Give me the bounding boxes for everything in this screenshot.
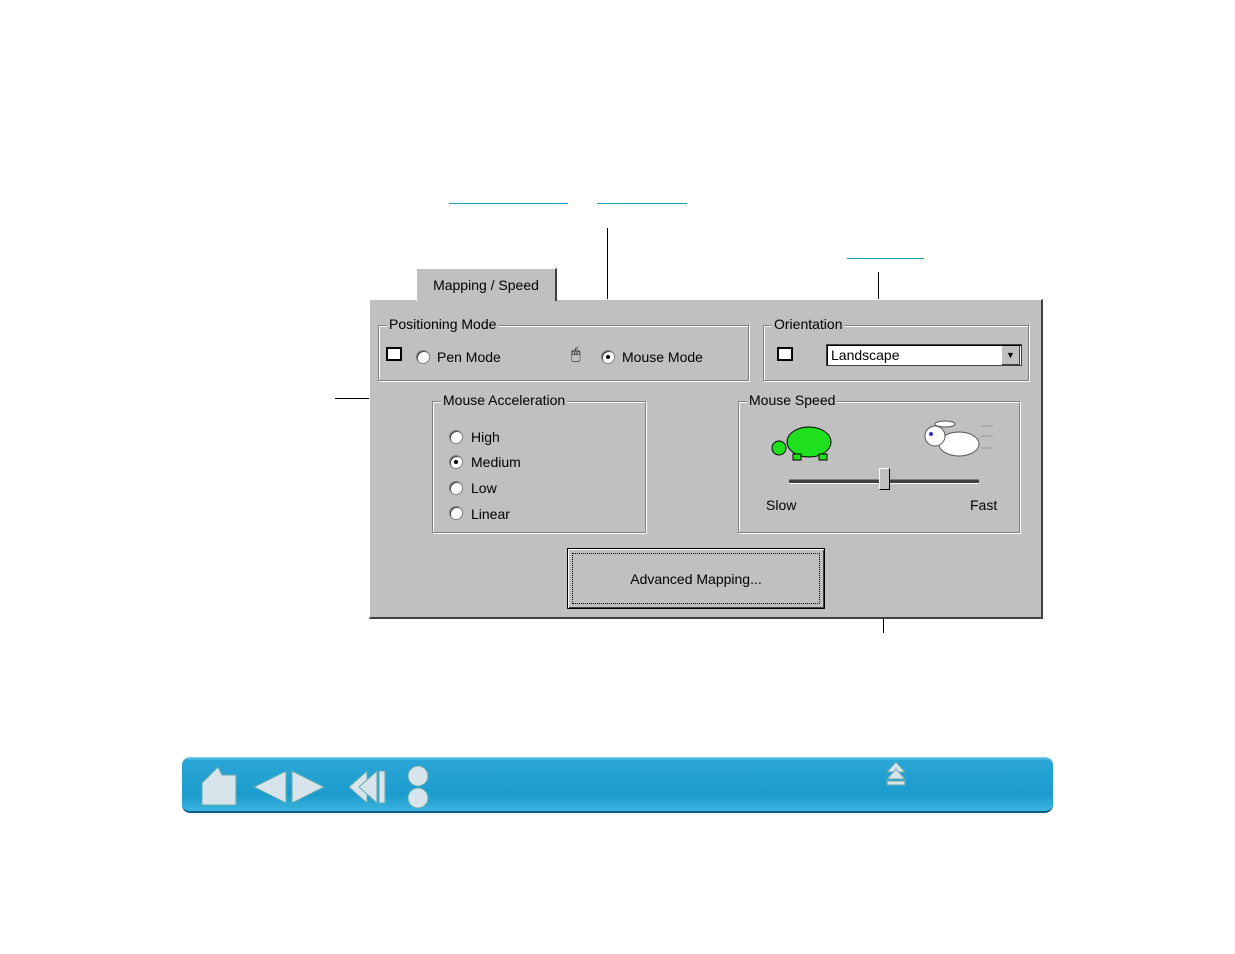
mouse-speed-group: Mouse Speed Slow Fast (738, 392, 1020, 533)
pen-mode-icon (386, 347, 402, 361)
group-label: Positioning Mode (387, 316, 499, 332)
rabbit-icon (924, 420, 993, 457)
top-icon[interactable] (885, 760, 907, 788)
orientation-value: Landscape (831, 347, 900, 363)
next-page-icon[interactable] (290, 769, 326, 805)
mouse-mode-radio[interactable] (601, 350, 615, 364)
turtle-icon (771, 426, 832, 461)
radio-linear[interactable] (449, 506, 463, 520)
label-medium: Medium (471, 454, 521, 470)
previous-page-icon[interactable] (252, 769, 288, 805)
tab-mapping-speed[interactable]: Mapping / Speed (416, 268, 557, 301)
settings-dialog: Positioning Mode Pen Mode 🖱 Mouse Mode O… (369, 299, 1043, 619)
chevron-down-icon: ▼ (1006, 350, 1015, 360)
orientation-icon (777, 347, 793, 361)
label-low: Low (471, 480, 497, 496)
navigation-bar (182, 757, 1053, 813)
group-label: Mouse Acceleration (441, 392, 568, 408)
home-icon[interactable] (200, 765, 240, 807)
orientation-group: Orientation Landscape ▼ (763, 316, 1029, 381)
index-contents-icon[interactable] (406, 765, 430, 809)
radio-high[interactable] (449, 430, 463, 444)
link-underline-2[interactable] (597, 203, 687, 204)
group-label: Mouse Speed (747, 392, 838, 408)
label-linear: Linear (471, 506, 510, 522)
advanced-mapping-button[interactable]: Advanced Mapping... (567, 548, 825, 609)
speed-slider-thumb[interactable] (879, 468, 890, 490)
label-high: High (471, 429, 500, 445)
radio-medium[interactable] (449, 455, 463, 469)
link-underline-1[interactable] (449, 203, 568, 204)
radio-low[interactable] (449, 481, 463, 495)
dropdown-button[interactable]: ▼ (1002, 346, 1020, 365)
mouse-mode-label: Mouse Mode (622, 349, 703, 365)
group-label: Orientation (772, 316, 845, 332)
back-icon[interactable] (347, 769, 387, 805)
slow-label: Slow (766, 497, 797, 513)
pen-mode-radio[interactable] (416, 350, 430, 364)
mouse-mode-icon: 🖱 (571, 346, 581, 363)
tab-label: Mapping / Speed (433, 277, 539, 293)
mouse-acceleration-group: Mouse Acceleration High Medium Low Linea… (432, 392, 646, 533)
link-underline-3[interactable] (847, 258, 924, 259)
fast-label: Fast (970, 497, 998, 513)
pen-mode-label: Pen Mode (437, 349, 501, 365)
orientation-select[interactable]: Landscape ▼ (826, 344, 1022, 366)
positioning-mode-group: Positioning Mode Pen Mode 🖱 Mouse Mode (378, 316, 749, 381)
